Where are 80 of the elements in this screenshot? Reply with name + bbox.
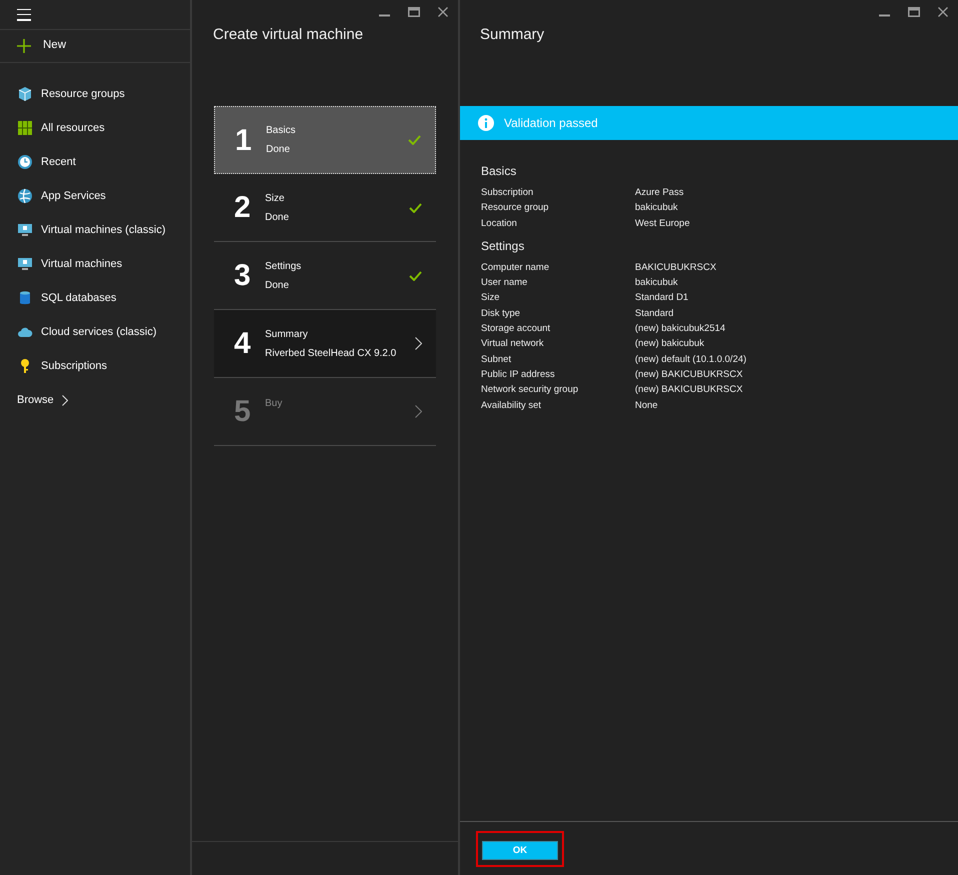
info-icon bbox=[478, 115, 494, 131]
field-value: Azure Pass bbox=[635, 186, 684, 200]
step-number: 1 bbox=[235, 122, 253, 158]
step-number: 3 bbox=[234, 258, 252, 294]
blade-title: Summary bbox=[479, 25, 546, 45]
field-label: Availability set bbox=[481, 398, 542, 413]
section-heading: Settings bbox=[481, 238, 526, 255]
field-label: Disk type bbox=[481, 306, 522, 321]
step-status: Riverbed SteelHead CX 9.2.0 bbox=[265, 346, 398, 360]
field-value: (new) BAKICUBUKRSCX bbox=[635, 383, 743, 398]
section-heading: Basics bbox=[481, 163, 518, 180]
field-value: bakicubuk bbox=[635, 276, 678, 290]
field-label: Resource group bbox=[481, 201, 550, 216]
sidebar-item[interactable]: App Services bbox=[0, 179, 190, 213]
grid-icon bbox=[17, 120, 33, 136]
clock-icon bbox=[17, 154, 33, 170]
field-value: (new) default (10.1.0.0/24) bbox=[635, 352, 746, 367]
sidebar-item[interactable]: Virtual machines bbox=[0, 247, 190, 281]
field-label: Virtual network bbox=[481, 337, 545, 352]
step-title: Basics bbox=[266, 124, 296, 138]
menu-icon[interactable] bbox=[17, 8, 31, 20]
checkmark-icon bbox=[409, 202, 422, 212]
field-value: None bbox=[635, 398, 658, 413]
sidebar-item[interactable]: Virtual machines (classic) bbox=[0, 213, 190, 247]
wizard-step[interactable]: 2 Size Done bbox=[214, 174, 436, 242]
field-label: Network security group bbox=[481, 383, 580, 398]
chevron-right-icon bbox=[415, 405, 422, 418]
close-icon[interactable] bbox=[938, 6, 948, 16]
step-status: Done bbox=[265, 278, 290, 292]
wizard-step[interactable]: 4 Summary Riverbed SteelHead CX 9.2.0 bbox=[214, 310, 436, 378]
globe-icon bbox=[17, 188, 33, 204]
field-label: Public IP address bbox=[481, 368, 556, 382]
field-value: BAKICUBUKRSCX bbox=[635, 260, 716, 275]
field-label: User name bbox=[481, 276, 528, 290]
maximize-icon[interactable] bbox=[408, 6, 420, 16]
sidebar-item[interactable]: Subscriptions bbox=[0, 349, 190, 383]
step-number: 2 bbox=[234, 190, 252, 226]
sidebar-item[interactable]: SQL databases bbox=[0, 281, 190, 315]
field-value: Standard D1 bbox=[635, 291, 688, 306]
new-button[interactable]: New bbox=[0, 30, 190, 63]
sidebar-item[interactable]: All resources bbox=[0, 111, 190, 145]
browse-link[interactable]: Browse bbox=[0, 383, 190, 417]
step-status: Done bbox=[265, 210, 290, 224]
field-value: Standard bbox=[635, 306, 674, 321]
blade-title: Create virtual machine bbox=[212, 25, 364, 45]
field-label: Subscription bbox=[481, 186, 534, 200]
maximize-icon[interactable] bbox=[908, 6, 920, 16]
close-icon[interactable] bbox=[438, 6, 448, 16]
step-title: Settings bbox=[265, 260, 302, 274]
cube-icon bbox=[17, 86, 33, 102]
field-value: (new) bakicubuk2514 bbox=[635, 322, 726, 336]
monitor-icon bbox=[17, 256, 33, 272]
field-value: West Europe bbox=[635, 216, 690, 231]
wizard-step[interactable]: 5 Buy bbox=[214, 378, 436, 446]
field-label: Computer name bbox=[481, 260, 550, 275]
field-value: (new) bakicubuk bbox=[635, 337, 704, 352]
monitor-icon bbox=[17, 222, 33, 238]
step-number: 4 bbox=[234, 326, 252, 362]
wizard-step[interactable]: 1 Basics Done bbox=[214, 106, 436, 174]
sidebar-item[interactable]: Cloud services (classic) bbox=[0, 315, 190, 349]
sidebar-item[interactable]: Resource groups bbox=[0, 77, 190, 111]
step-title: Summary bbox=[265, 328, 309, 342]
field-label: Storage account bbox=[481, 322, 552, 336]
field-value: (new) BAKICUBUKRSCX bbox=[635, 368, 743, 382]
sidebar-item[interactable]: Recent bbox=[0, 145, 190, 179]
field-label: Subnet bbox=[481, 352, 512, 367]
database-icon bbox=[17, 290, 33, 306]
step-title: Buy bbox=[265, 397, 284, 411]
checkmark-icon bbox=[408, 135, 421, 145]
chevron-right-icon bbox=[415, 337, 422, 350]
banner-text: Validation passed bbox=[504, 115, 598, 132]
chevron-right-icon bbox=[62, 394, 68, 406]
checkmark-icon bbox=[409, 270, 422, 280]
step-title: Size bbox=[265, 192, 286, 206]
field-label: Location bbox=[481, 216, 518, 231]
step-number: 5 bbox=[234, 394, 252, 430]
step-status: Done bbox=[266, 143, 291, 157]
plus-icon bbox=[17, 39, 31, 53]
field-value: bakicubuk bbox=[635, 201, 678, 216]
field-label: Size bbox=[481, 291, 500, 306]
